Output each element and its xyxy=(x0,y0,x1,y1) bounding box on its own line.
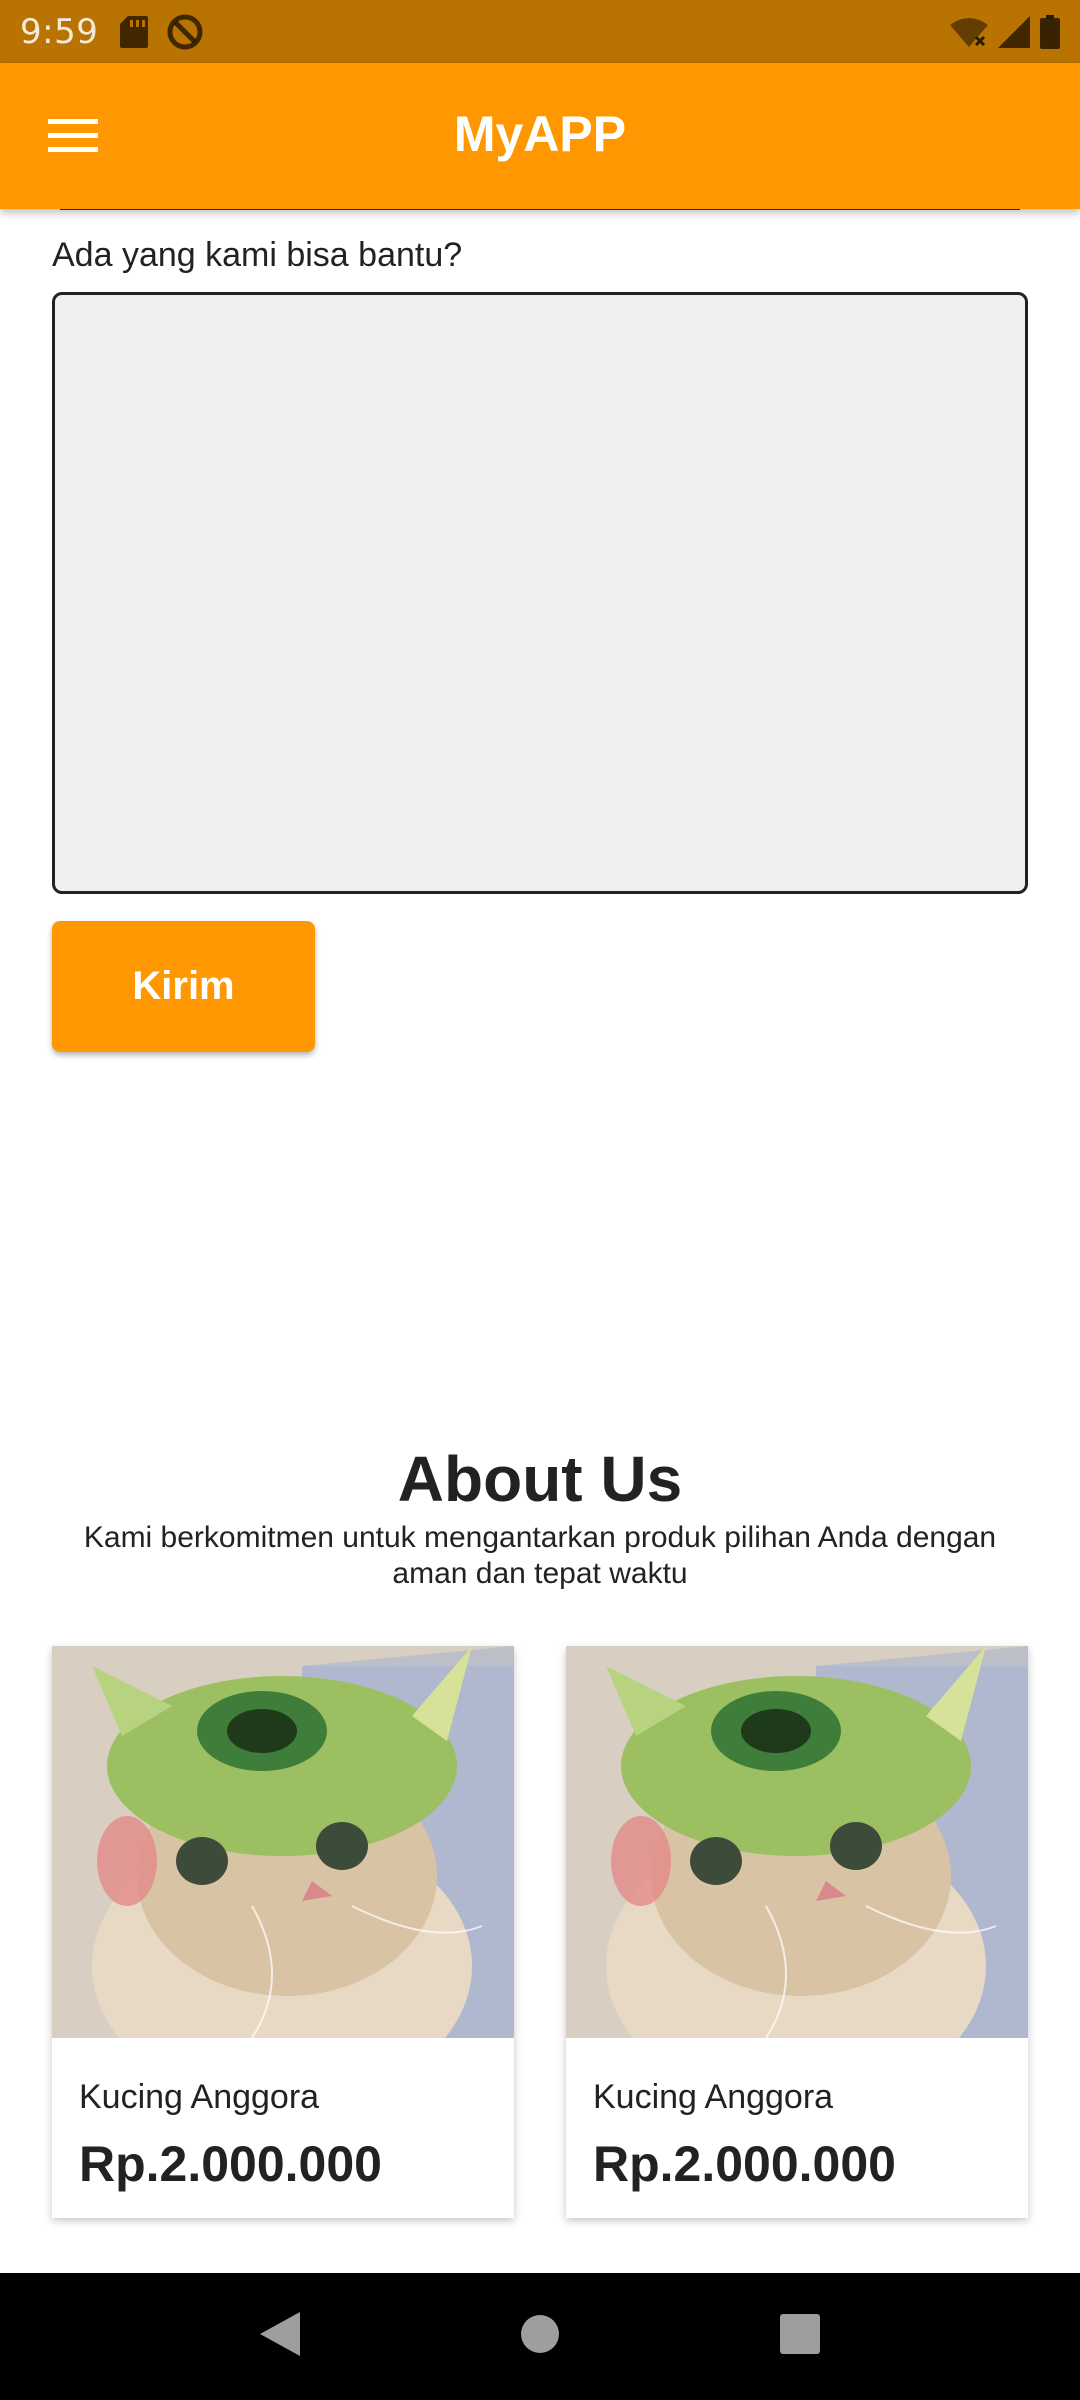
product-price: Rp.2.000.000 xyxy=(79,2136,382,2192)
status-right-icons xyxy=(950,14,1060,49)
product-list: Kucing Anggora Rp.2.000.000 Kucing Anggo… xyxy=(52,1646,1028,2218)
product-image xyxy=(52,1646,514,2038)
question-label: Ada yang kami bisa bantu? xyxy=(52,236,463,274)
back-button[interactable] xyxy=(240,2297,320,2377)
signal-icon xyxy=(998,15,1030,48)
recents-icon xyxy=(780,2314,820,2359)
app-bar: MyAPP xyxy=(0,63,1080,209)
status-left-icons xyxy=(120,13,204,51)
sd-card-icon xyxy=(120,15,149,48)
product-card[interactable]: Kucing Anggora Rp.2.000.000 xyxy=(566,1646,1028,2218)
battery-icon xyxy=(1040,14,1060,49)
do-not-disturb-icon xyxy=(166,13,204,51)
product-image xyxy=(566,1646,1028,2038)
status-bar: 9:59 xyxy=(0,0,1080,63)
submit-button[interactable]: Kirim xyxy=(52,921,315,1052)
status-time: 9:59 xyxy=(20,11,99,52)
message-textarea[interactable] xyxy=(52,292,1028,894)
recents-button[interactable] xyxy=(760,2297,840,2377)
product-card[interactable]: Kucing Anggora Rp.2.000.000 xyxy=(52,1646,514,2218)
product-name: Kucing Anggora xyxy=(593,2078,834,2116)
wifi-icon xyxy=(950,17,988,47)
app-title: MyAPP xyxy=(453,106,627,162)
about-title: About Us xyxy=(397,1443,683,1515)
back-icon xyxy=(260,2312,300,2361)
system-nav-bar xyxy=(0,2273,1080,2400)
product-name: Kucing Anggora xyxy=(79,2078,320,2116)
home-icon xyxy=(520,2314,560,2359)
product-price: Rp.2.000.000 xyxy=(593,2136,896,2192)
home-button[interactable] xyxy=(500,2297,580,2377)
about-description: Kami berkomitmen untuk mengantarkan prod… xyxy=(83,1521,997,1590)
